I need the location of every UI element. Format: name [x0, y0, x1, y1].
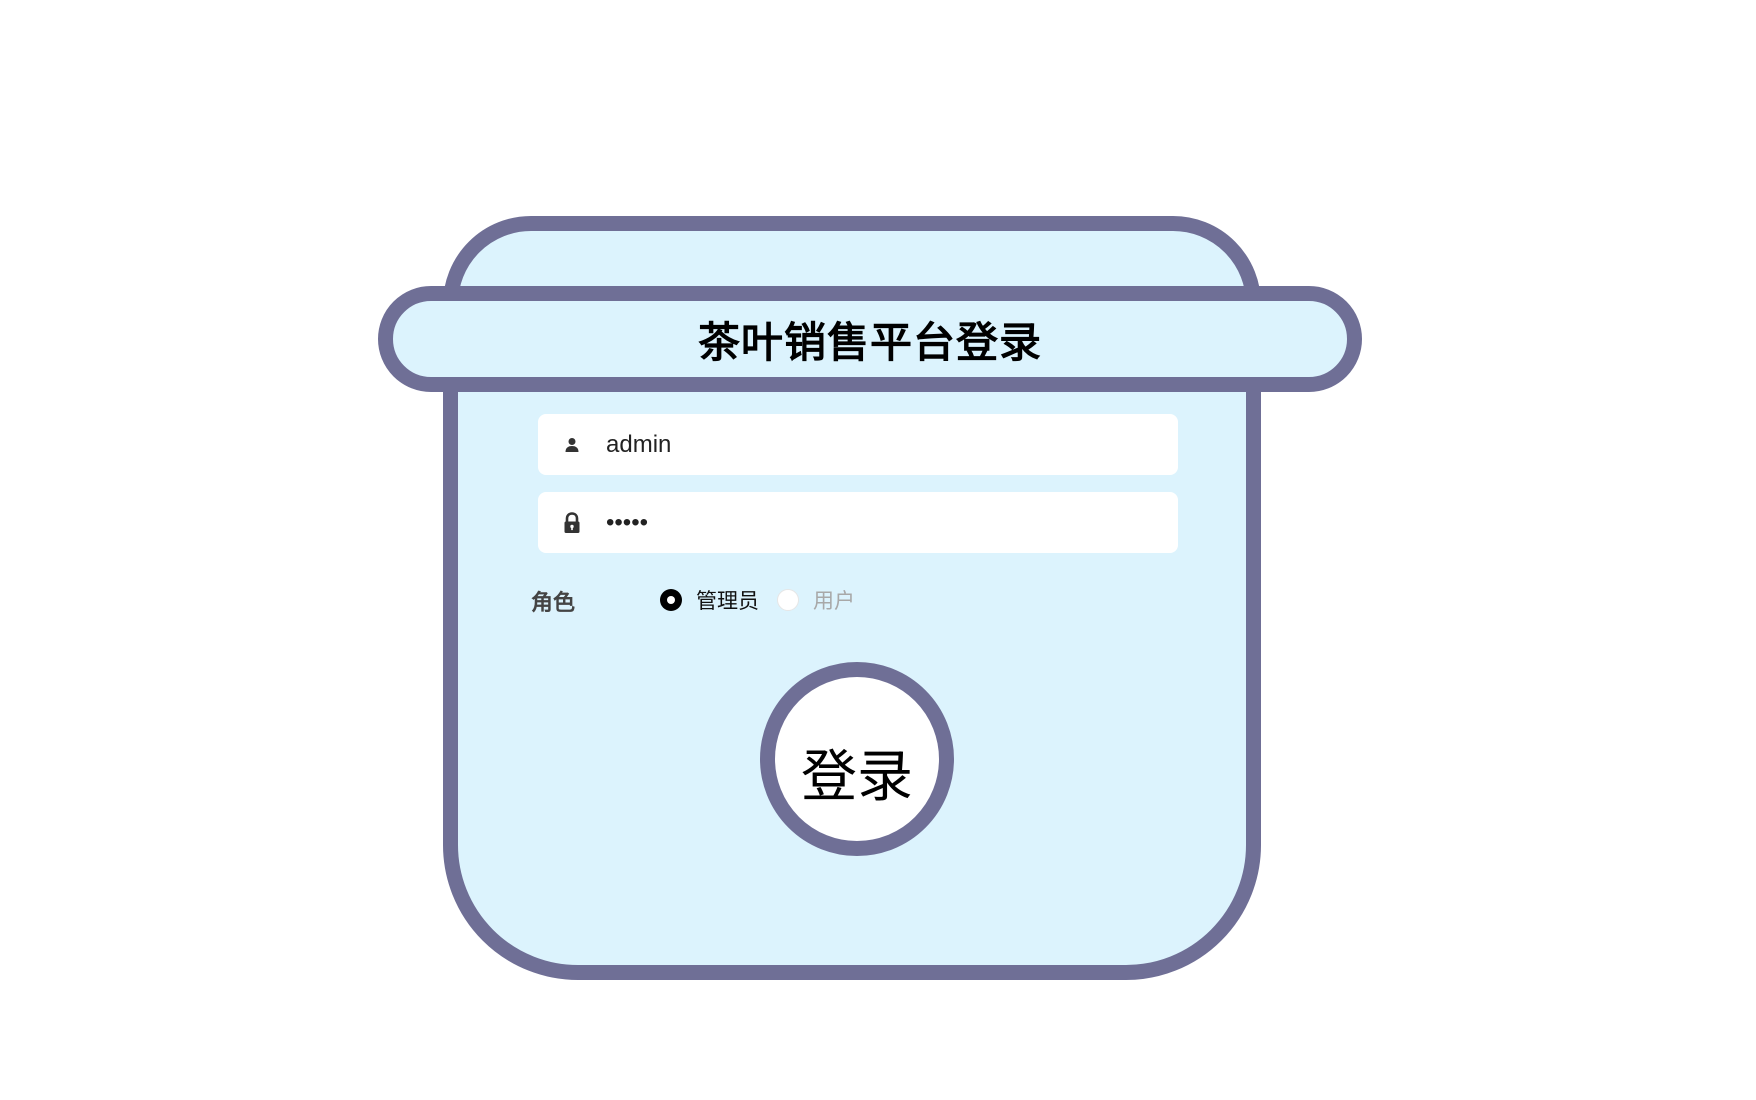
password-input[interactable]	[606, 492, 1178, 553]
role-radio-group: 管理员 用户	[660, 584, 855, 616]
radio-user[interactable]	[777, 589, 799, 611]
username-field[interactable]	[538, 414, 1178, 475]
role-option-user[interactable]: 用户	[777, 585, 855, 615]
role-option-user-label: 用户	[813, 589, 855, 613]
password-field[interactable]	[538, 492, 1178, 553]
lock-icon	[538, 492, 606, 553]
login-button[interactable]: 登录	[760, 662, 954, 856]
page-title: 茶叶销售平台登录	[697, 317, 1042, 367]
role-option-admin-label: 管理员	[696, 589, 759, 613]
title-banner: 茶叶销售平台登录	[378, 286, 1362, 392]
role-option-admin[interactable]: 管理员	[660, 585, 759, 615]
user-icon	[538, 414, 606, 475]
radio-admin[interactable]	[660, 589, 682, 611]
role-label: 角色	[531, 591, 576, 616]
username-input[interactable]	[606, 414, 1178, 475]
